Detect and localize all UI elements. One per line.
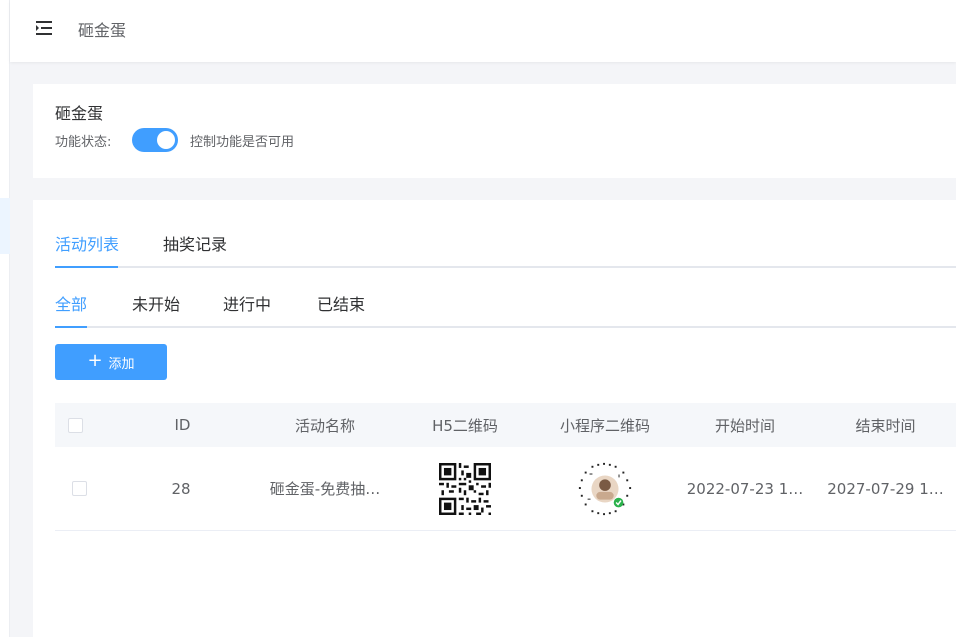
activity-table: ID 活动名称 H5二维码 小程序二维码 开始时间 结束时间 28 砸金蛋-免费… — [55, 403, 956, 531]
cell-start-time: 2022-07-23 1… — [686, 479, 804, 498]
activity-card: 活动列表 抽奖记录 全部 未开始 进行中 已结束 + 添加 ID 活动名称 H5… — [33, 200, 956, 637]
column-header-start-time: 开始时间 — [714, 416, 775, 435]
breadcrumb-title: 砸金蛋 — [78, 21, 127, 40]
sidebar — [0, 0, 10, 637]
status-switch[interactable] — [132, 128, 178, 152]
cell-activity-name: 砸金蛋-免费抽… — [269, 480, 381, 498]
status-label: 功能状态: — [55, 135, 112, 150]
mini-program-code-image[interactable] — [576, 460, 634, 518]
row-checkbox[interactable] — [71, 481, 87, 496]
select-all-checkbox[interactable] — [67, 417, 83, 433]
switch-knob — [157, 131, 175, 149]
cell-h5-qr — [395, 447, 535, 530]
card-title: 砸金蛋 — [55, 104, 104, 123]
filter-not-started[interactable]: 未开始 — [132, 294, 180, 328]
filter-all[interactable]: 全部 — [55, 294, 87, 328]
table-header: ID 活动名称 H5二维码 小程序二维码 开始时间 结束时间 — [55, 403, 956, 447]
sidebar-active-item[interactable] — [0, 198, 10, 254]
column-header-mini-qr: 小程序二维码 — [559, 416, 650, 435]
table-row: 28 砸金蛋-免费抽… 2022-07-23 1… 2027-07-29 1… — [55, 447, 956, 531]
filter-in-progress[interactable]: 进行中 — [223, 294, 271, 328]
header-checkbox-cell — [55, 403, 95, 447]
add-button[interactable]: + 添加 — [55, 344, 167, 380]
cell-end-time: 2027-07-29 1… — [827, 479, 944, 498]
h5-qr-code-image[interactable] — [439, 462, 491, 515]
add-button-label: 添加 — [108, 356, 135, 372]
cell-id: 28 — [171, 479, 191, 498]
column-header-id: ID — [174, 416, 191, 434]
primary-tabs: 活动列表 抽奖记录 — [55, 234, 956, 268]
column-header-end-time: 结束时间 — [855, 416, 916, 435]
status-description: 控制功能是否可用 — [190, 135, 295, 150]
menu-fold-icon[interactable] — [34, 20, 54, 36]
filter-ended[interactable]: 已结束 — [317, 294, 365, 328]
plus-icon: + — [87, 350, 103, 371]
column-header-h5-qr: H5二维码 — [432, 416, 498, 435]
column-header-name: 活动名称 — [294, 416, 355, 435]
cell-mini-program-qr — [535, 447, 675, 530]
status-card: 砸金蛋 功能状态: 控制功能是否可用 — [33, 84, 956, 178]
tab-activity-list[interactable]: 活动列表 — [55, 234, 119, 268]
status-filter-tabs: 全部 未开始 进行中 已结束 — [55, 294, 956, 328]
tab-draw-records[interactable]: 抽奖记录 — [163, 234, 227, 268]
tab-active-indicator — [55, 266, 118, 268]
top-header: 砸金蛋 — [10, 0, 956, 62]
filter-active-indicator — [55, 326, 87, 328]
